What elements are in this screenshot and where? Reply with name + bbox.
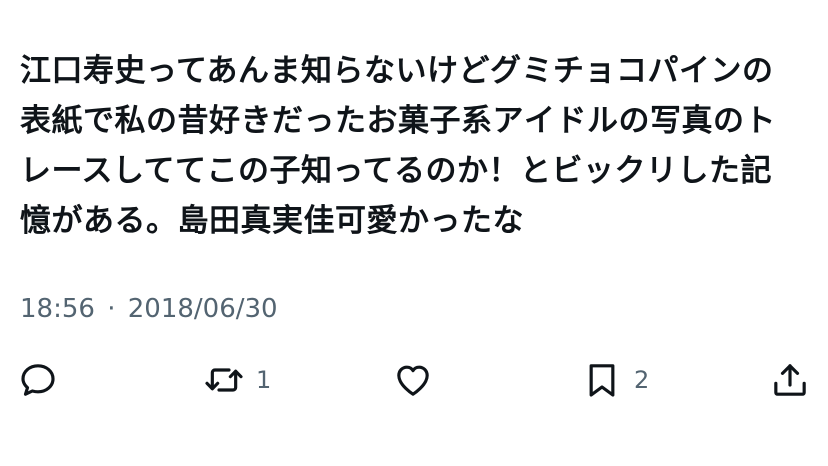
tweet-action-bar: 1 2 bbox=[0, 352, 828, 408]
tweet-timestamp[interactable]: 18:56 · 2018/06/30 bbox=[20, 292, 278, 326]
tweet-date: 2018/06/30 bbox=[127, 294, 278, 324]
retweet-icon bbox=[205, 368, 243, 392]
tweet-text: 江口寿史ってあんま知らないけどグミチョコパインの 表紙で私の昔好きだったお菓子系… bbox=[20, 46, 810, 246]
tweet-text-line: 憶がある。島田真実佳可愛かったな bbox=[20, 203, 524, 239]
bookmark-count: 2 bbox=[634, 366, 650, 394]
retweet-count: 1 bbox=[256, 366, 272, 394]
tweet-text-line: 表紙で私の昔好きだったお菓子系アイドルの写真のト bbox=[20, 103, 776, 139]
reply-icon bbox=[21, 364, 55, 396]
bookmark-icon bbox=[589, 364, 615, 397]
bookmark-button[interactable]: 2 bbox=[582, 352, 649, 408]
heart-icon bbox=[397, 365, 429, 396]
retweet-button[interactable]: 1 bbox=[204, 352, 271, 408]
tweet-text-line: レースしててこの子知ってるのか！とビックリした記 bbox=[20, 153, 772, 189]
tweet-text-line: 江口寿史ってあんま知らないけどグミチョコパインの bbox=[20, 53, 774, 89]
timestamp-separator: · bbox=[107, 294, 116, 324]
like-button[interactable] bbox=[393, 352, 445, 408]
reply-button[interactable] bbox=[18, 352, 70, 408]
share-button[interactable] bbox=[770, 352, 810, 408]
share-icon bbox=[774, 364, 806, 396]
tweet-time: 18:56 bbox=[20, 294, 95, 324]
